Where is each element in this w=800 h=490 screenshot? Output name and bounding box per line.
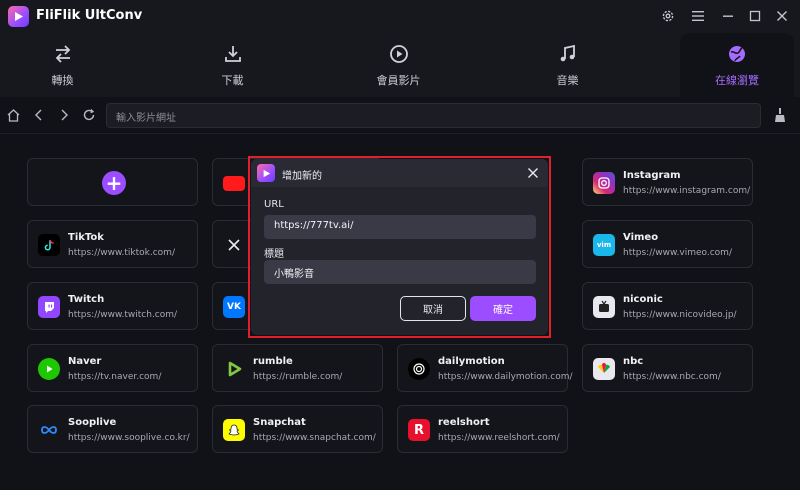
site-card-twitch[interactable]: Twitch https://www.twitch.com/ <box>27 282 198 330</box>
confirm-button[interactable]: 確定 <box>470 296 536 321</box>
site-name: Sooplive <box>68 417 117 428</box>
site-name: rumble <box>253 356 293 367</box>
site-name: TikTok <box>68 232 104 243</box>
x-icon <box>223 234 245 256</box>
back-icon[interactable] <box>29 105 49 125</box>
snapchat-icon <box>223 419 245 441</box>
site-name: dailymotion <box>438 356 505 367</box>
title-label: 標題 <box>264 249 284 260</box>
site-card-tiktok[interactable]: TikTok https://www.tiktok.com/ <box>27 220 198 268</box>
music-icon <box>558 42 578 66</box>
add-site-dialog: 增加新的 URL https://777tv.ai/ 標題 小鴨影音 取消 確定 <box>251 159 548 335</box>
tab-label: 音樂 <box>556 74 579 87</box>
app-title: FliFlik UltConv <box>36 8 143 23</box>
site-card-nbc[interactable]: nbc https://www.nbc.com/ <box>582 344 753 392</box>
site-url: https://www.twitch.com/ <box>68 310 178 320</box>
site-name: Twitch <box>68 294 105 305</box>
gear-icon[interactable] <box>658 6 678 26</box>
minimize-icon[interactable] <box>718 6 738 26</box>
site-url: https://www.nicovideo.jp/ <box>623 310 737 320</box>
site-card-sooplive[interactable]: Sooplive https://www.sooplive.co.kr/ <box>27 405 198 453</box>
cancel-button[interactable]: 取消 <box>400 296 466 321</box>
site-card-dailymotion[interactable]: dailymotion https://www.dailymotion.com/ <box>397 344 573 392</box>
tab-convert[interactable]: 轉換 <box>0 33 125 97</box>
play-circle-icon <box>389 42 409 66</box>
twitch-icon <box>38 296 60 318</box>
instagram-icon <box>593 172 615 194</box>
rumble-icon <box>223 358 245 380</box>
site-name: nbc <box>623 356 644 367</box>
add-site-card[interactable]: + <box>27 158 198 206</box>
site-url: https://www.vimeo.com/ <box>623 248 732 258</box>
tiktok-icon <box>38 234 60 256</box>
site-url: https://www.nbc.com/ <box>623 372 721 382</box>
url-label: URL <box>264 199 284 210</box>
site-card-niconico[interactable]: niconic https://www.nicovideo.jp/ <box>582 282 753 330</box>
menu-icon[interactable] <box>688 6 708 26</box>
site-card-snapchat[interactable]: Snapchat https://www.snapchat.com/ <box>212 405 383 453</box>
maximize-icon[interactable] <box>745 6 765 26</box>
tab-label: 下載 <box>221 74 244 87</box>
title-field[interactable]: 小鴨影音 <box>264 260 536 284</box>
reelshort-icon: R <box>408 419 430 441</box>
forward-icon[interactable] <box>54 105 74 125</box>
site-name: Snapchat <box>253 417 306 428</box>
site-card-instagram[interactable]: Instagram https://www.instagram.com/ <box>582 158 753 206</box>
convert-icon <box>53 42 73 66</box>
vimeo-icon: vim <box>593 234 615 256</box>
naver-icon <box>38 358 60 380</box>
niconico-icon <box>593 296 615 318</box>
site-name: Vimeo <box>623 232 659 243</box>
tab-label: 在線瀏覽 <box>715 74 759 87</box>
site-card-reelshort[interactable]: R reelshort https://www.reelshort.com/ <box>397 405 568 453</box>
dialog-title: 增加新的 <box>282 171 322 182</box>
tab-label: 會員影片 <box>376 74 421 87</box>
site-name: Instagram <box>623 170 681 181</box>
site-url: https://www.snapchat.com/ <box>253 433 376 443</box>
main-nav: 轉換 下載 會員影片 音樂 在線瀏覽 <box>0 33 800 97</box>
site-card-rumble[interactable]: rumble https://rumble.com/ <box>212 344 383 392</box>
plus-icon: + <box>102 171 126 195</box>
download-icon <box>223 42 243 66</box>
app-logo-icon <box>8 6 29 27</box>
tab-download[interactable]: 下載 <box>170 33 295 97</box>
site-url: https://www.dailymotion.com/ <box>438 372 573 382</box>
site-url: https://rumble.com/ <box>253 372 343 382</box>
site-card-vimeo[interactable]: vim Vimeo https://www.vimeo.com/ <box>582 220 753 268</box>
home-icon[interactable] <box>3 105 23 125</box>
youtube-icon <box>223 176 245 191</box>
url-field[interactable]: https://777tv.ai/ <box>264 215 536 239</box>
nbc-icon <box>593 358 615 380</box>
site-url: https://tv.naver.com/ <box>68 372 162 382</box>
site-name: Naver <box>68 356 102 367</box>
vk-icon: VK <box>223 296 245 318</box>
refresh-icon[interactable] <box>79 105 99 125</box>
tab-online-browse[interactable]: 在線瀏覽 <box>680 33 794 97</box>
close-icon[interactable] <box>772 6 792 26</box>
tab-member-videos[interactable]: 會員影片 <box>336 33 461 97</box>
site-url: https://www.reelshort.com/ <box>438 433 560 443</box>
site-card-naver[interactable]: Naver https://tv.naver.com/ <box>27 344 198 392</box>
dialog-header: 增加新的 <box>251 159 548 187</box>
site-url: https://www.tiktok.com/ <box>68 248 175 258</box>
site-url: https://www.sooplive.co.kr/ <box>68 433 190 443</box>
site-url: https://www.instagram.com/ <box>623 186 751 196</box>
url-input[interactable]: 輸入影片網址 <box>106 103 761 128</box>
tab-music[interactable]: 音樂 <box>505 33 630 97</box>
site-name: reelshort <box>438 417 490 428</box>
clear-icon[interactable] <box>770 105 790 125</box>
app-logo-icon <box>257 164 275 182</box>
globe-icon <box>727 42 747 66</box>
dailymotion-icon <box>408 358 430 380</box>
site-name: niconic <box>623 294 663 305</box>
dialog-close-icon[interactable] <box>524 164 542 182</box>
sooplive-icon <box>38 419 60 441</box>
tab-label: 轉換 <box>51 74 74 87</box>
title-bar: FliFlik UltConv <box>0 0 800 33</box>
